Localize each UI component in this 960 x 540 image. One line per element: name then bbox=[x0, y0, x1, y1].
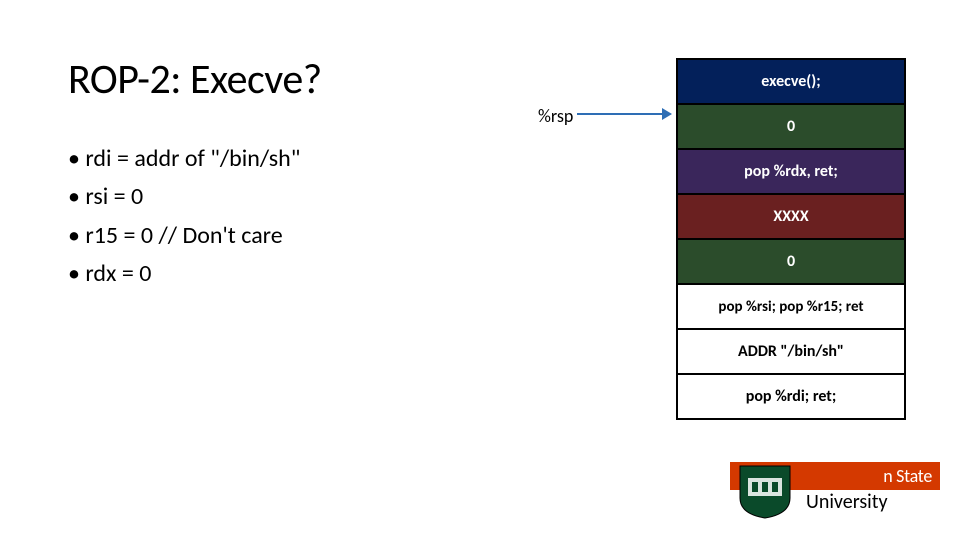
university-logo: n State University bbox=[730, 462, 940, 522]
bullet-item: rdx = 0 bbox=[68, 255, 300, 293]
bullet-item: rsi = 0 bbox=[68, 178, 300, 216]
stack-cell: 0 bbox=[676, 238, 906, 285]
stack-cell: pop %rsi; pop %r15; ret bbox=[676, 283, 906, 330]
stack-cell: execve(); bbox=[676, 58, 906, 105]
stack-cell: XXXX bbox=[676, 193, 906, 240]
bullet-item: r15 = 0 // Don't care bbox=[68, 217, 300, 255]
shield-icon bbox=[738, 464, 792, 520]
logo-bottom-text: University bbox=[806, 490, 888, 514]
bullet-item: rdi = addr of "/bin/sh" bbox=[68, 140, 300, 178]
bullet-list: rdi = addr of "/bin/sh" rsi = 0 r15 = 0 … bbox=[68, 140, 300, 294]
slide-title: ROP-2: Execve? bbox=[68, 54, 322, 105]
stack-cell: pop %rdi; ret; bbox=[676, 373, 906, 420]
stack-cell: ADDR "/bin/sh" bbox=[676, 328, 906, 375]
arrow-icon bbox=[577, 113, 662, 115]
stack-cell: 0 bbox=[676, 103, 906, 150]
slide: ROP-2: Execve? rdi = addr of "/bin/sh" r… bbox=[0, 0, 960, 540]
stack-cell: pop %rdx, ret; bbox=[676, 148, 906, 195]
stack-diagram: execve(); 0 pop %rdx, ret; XXXX 0 pop %r… bbox=[676, 58, 906, 418]
rsp-label: %rsp bbox=[538, 105, 573, 127]
